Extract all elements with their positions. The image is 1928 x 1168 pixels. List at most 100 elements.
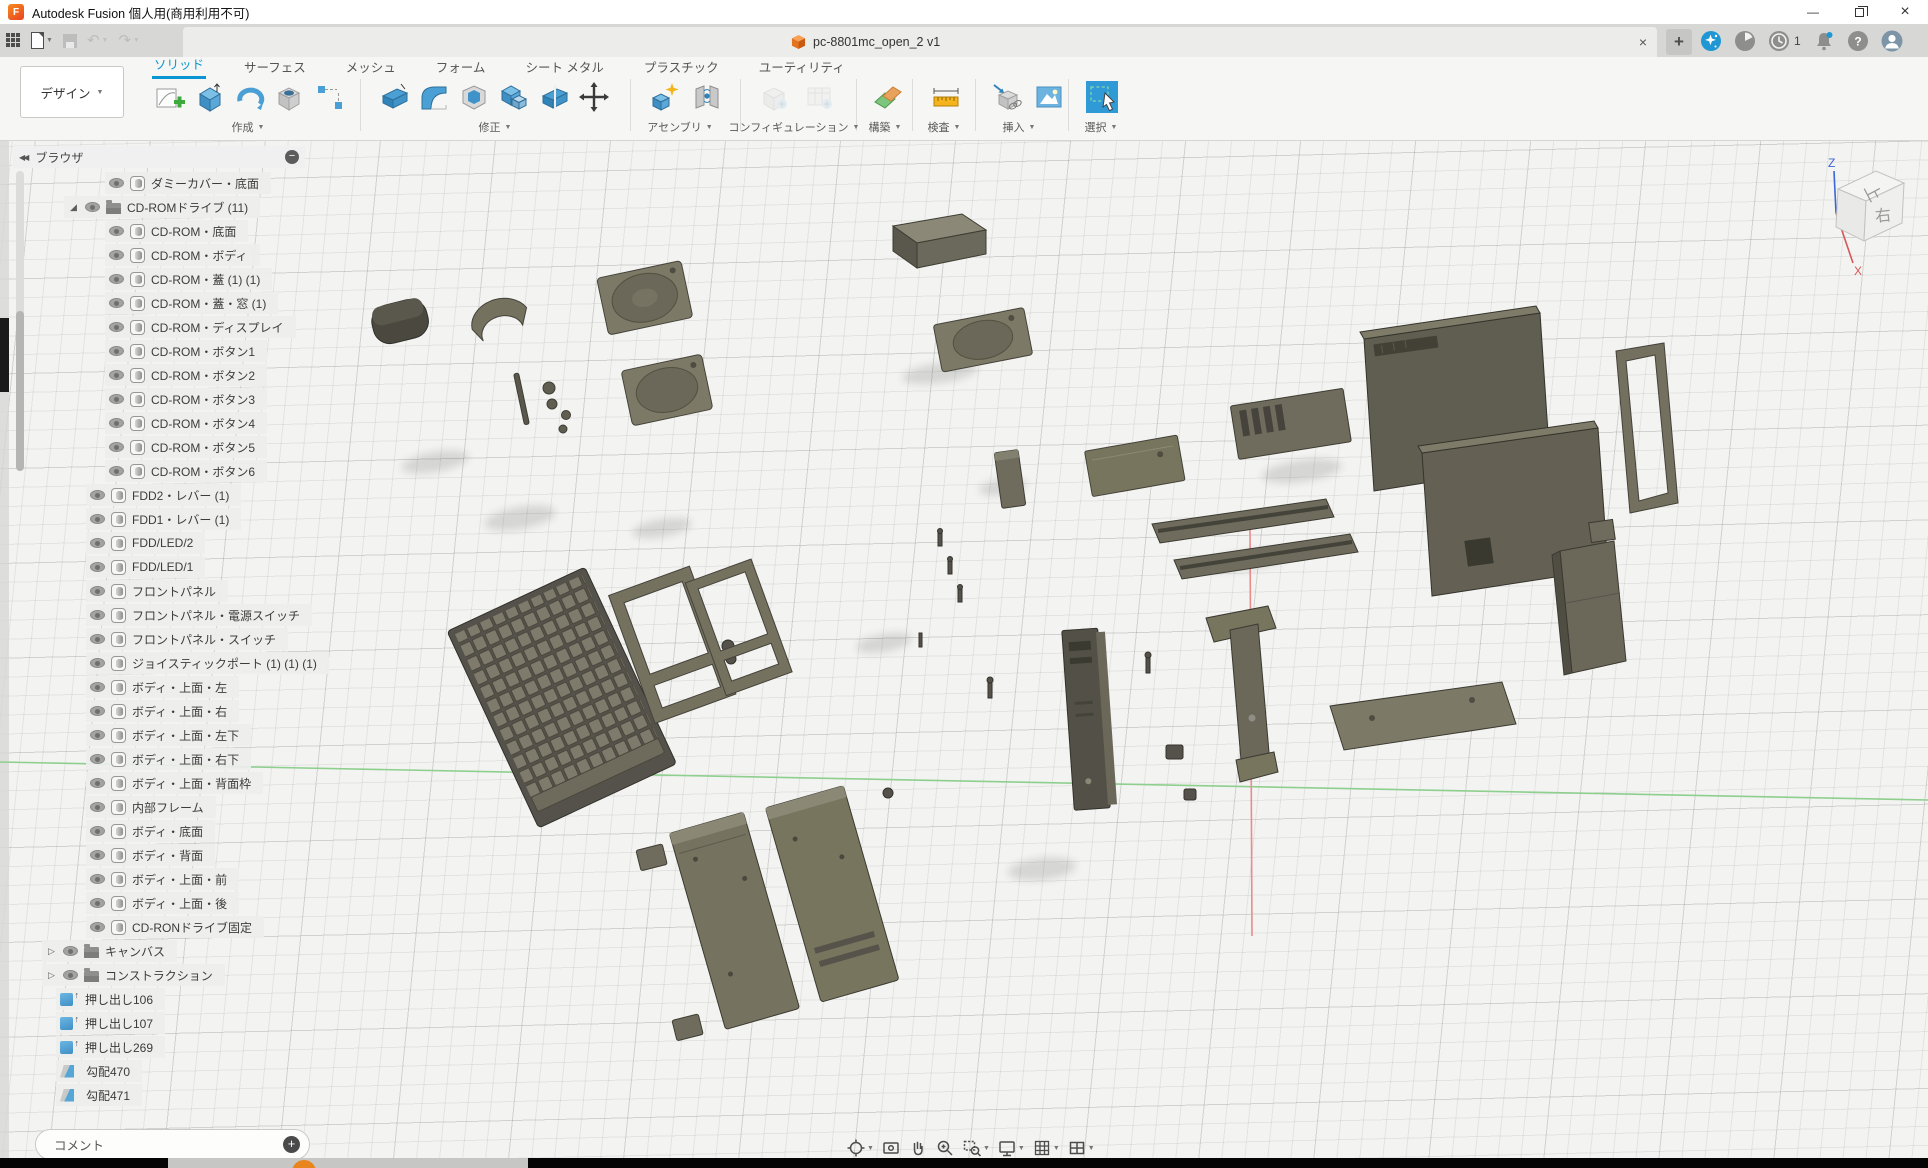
workspace-switcher[interactable]: デザイン▼ (20, 66, 124, 118)
part-cdrom-tray-2[interactable] (621, 354, 713, 426)
panel-remove-icon[interactable]: − (285, 150, 299, 164)
create-sketch-button[interactable] (150, 78, 188, 116)
zoom-window-button[interactable]: ▼ (962, 1138, 990, 1158)
revolve-button[interactable] (230, 78, 268, 116)
display-settings-button[interactable]: ▼ (997, 1138, 1025, 1158)
configuration-table-button[interactable] (800, 78, 838, 116)
comment-bar[interactable]: コメント + (35, 1129, 310, 1158)
undo-button[interactable]: ↶▼ (87, 33, 109, 48)
user-avatar[interactable] (1881, 30, 1903, 52)
group-configure[interactable]: コンフィギュレーション▼ (729, 119, 860, 135)
look-at-icon[interactable] (881, 1138, 901, 1158)
browser-row[interactable]: フロントパネル・スイッチ (86, 628, 288, 650)
insert-derive-button[interactable] (988, 78, 1026, 116)
browser-row[interactable]: CD-ROM・底面 (105, 220, 248, 242)
job-status-button[interactable]: 1 (1768, 30, 1801, 52)
twisty-expanded-icon[interactable]: ◢ (68, 202, 79, 213)
tab-surface[interactable]: サーフェス (242, 57, 308, 79)
part-small-hardware[interactable] (722, 529, 1196, 801)
visibility-eye-icon[interactable] (109, 370, 124, 380)
select-button[interactable] (1083, 78, 1121, 116)
group-construct[interactable]: 構築▼ (869, 119, 902, 135)
visibility-eye-icon[interactable] (109, 466, 124, 476)
visibility-eye-icon[interactable] (109, 346, 124, 356)
part-cdrom-cap[interactable] (368, 296, 432, 347)
browser-row[interactable]: ボディ・上面・右 (86, 700, 239, 722)
visibility-eye-icon[interactable] (90, 586, 105, 596)
zoom-icon[interactable] (935, 1138, 955, 1158)
visibility-eye-icon[interactable] (90, 658, 105, 668)
browser-row[interactable]: CD-ROM・ボタン3 (105, 388, 267, 410)
visibility-eye-icon[interactable] (90, 490, 105, 500)
tab-utilities[interactable]: ユーティリティ (757, 57, 847, 79)
browser-row[interactable]: 内部フレーム (86, 796, 216, 818)
browser-row[interactable]: CD-ROM・蓋 (1) (1) (105, 268, 272, 290)
tab-plastic[interactable]: プラスチック (642, 57, 721, 79)
browser-row[interactable]: ボディ・底面 (86, 820, 215, 842)
timeline-feature-row[interactable]: 押し出し106 (56, 988, 165, 1010)
part-cdrom-lid-curved[interactable] (467, 293, 532, 343)
part-cdrom-buttons[interactable] (514, 373, 571, 433)
timeline-feature-row[interactable]: 勾配471 (56, 1084, 142, 1106)
app-grid-menu-button[interactable] (6, 33, 21, 48)
twisty-collapsed-icon[interactable]: ▷ (46, 970, 57, 981)
timeline-feature-row[interactable]: 勾配470 (56, 1060, 142, 1082)
visibility-eye-icon[interactable] (90, 778, 105, 788)
browser-row[interactable]: ジョイスティックポート (1) (1) (1) (86, 652, 329, 674)
browser-row[interactable]: CD-RONドライブ固定 (86, 916, 264, 938)
browser-row[interactable]: CD-ROM・ボタン5 (105, 436, 267, 458)
construct-plane-button[interactable] (868, 78, 906, 116)
group-assemble[interactable]: アセンブリ▼ (647, 119, 712, 135)
help-icon[interactable]: ? (1847, 30, 1869, 52)
part-cdrom-tray-1[interactable] (597, 261, 693, 336)
close-document-icon[interactable]: × (1639, 27, 1647, 57)
part-rail-1[interactable] (1152, 499, 1334, 543)
close-button[interactable]: × (1882, 0, 1928, 24)
measure-button[interactable] (926, 78, 964, 116)
browser-row[interactable]: CD-ROM・ボタン2 (105, 364, 267, 386)
visibility-eye-icon[interactable] (90, 610, 105, 620)
browser-row[interactable]: ボディ・上面・右下 (86, 748, 251, 770)
extrude-button[interactable] (190, 78, 228, 116)
part-vertical-bracket[interactable] (1206, 606, 1278, 782)
visibility-eye-icon[interactable] (109, 394, 124, 404)
restore-button[interactable] (1836, 0, 1882, 24)
browser-row[interactable]: ボディ・上面・左下 (86, 724, 251, 746)
part-keyboard[interactable] (447, 567, 676, 828)
visibility-eye-icon[interactable] (109, 298, 124, 308)
browser-row[interactable]: ダミーカバー・底面 (105, 172, 271, 194)
hole-button[interactable] (270, 78, 308, 116)
browser-row[interactable]: FDD/LED/1 (86, 556, 205, 578)
tab-solid[interactable]: ソリッド (152, 54, 206, 79)
part-base-plate[interactable] (1330, 682, 1516, 750)
part-small-plate[interactable] (1085, 435, 1186, 497)
save-button[interactable] (63, 34, 77, 48)
visibility-eye-icon[interactable] (90, 826, 105, 836)
visibility-eye-icon[interactable] (90, 562, 105, 572)
browser-scrollbar-thumb[interactable] (16, 311, 24, 471)
browser-row-folder[interactable]: ▷コンストラクション (42, 964, 225, 986)
visibility-eye-icon[interactable] (90, 754, 105, 764)
shell-button[interactable] (455, 78, 493, 116)
browser-row[interactable]: ボディ・上面・前 (86, 868, 239, 890)
browser-row[interactable]: FDD/LED/2 (86, 532, 205, 554)
timeline-feature-row[interactable]: 押し出し107 (56, 1012, 165, 1034)
visibility-eye-icon[interactable] (90, 514, 105, 524)
part-top-box[interactable] (893, 214, 986, 268)
new-component-button[interactable] (645, 78, 683, 116)
visibility-eye-icon[interactable] (90, 634, 105, 644)
browser-row[interactable]: CD-ROM・ボタン4 (105, 412, 267, 434)
part-small-bar[interactable] (994, 450, 1026, 509)
twisty-collapsed-icon[interactable]: ▷ (46, 946, 57, 957)
group-create[interactable]: 作成▼ (232, 119, 265, 135)
part-vented-bracket[interactable] (1230, 388, 1351, 459)
assistant-icon[interactable] (1700, 30, 1722, 52)
browser-row[interactable]: CD-ROM・蓋・窓 (1) (105, 292, 278, 314)
visibility-eye-icon[interactable] (109, 250, 124, 260)
group-insert[interactable]: 挿入▼ (1003, 119, 1036, 135)
insert-image-button[interactable] (1030, 78, 1068, 116)
move-copy-button[interactable] (575, 78, 613, 116)
document-tab[interactable]: pc-8801mc_open_2 v1 × (183, 27, 1657, 57)
visibility-eye-icon[interactable] (85, 202, 100, 212)
visibility-eye-icon[interactable] (109, 274, 124, 284)
